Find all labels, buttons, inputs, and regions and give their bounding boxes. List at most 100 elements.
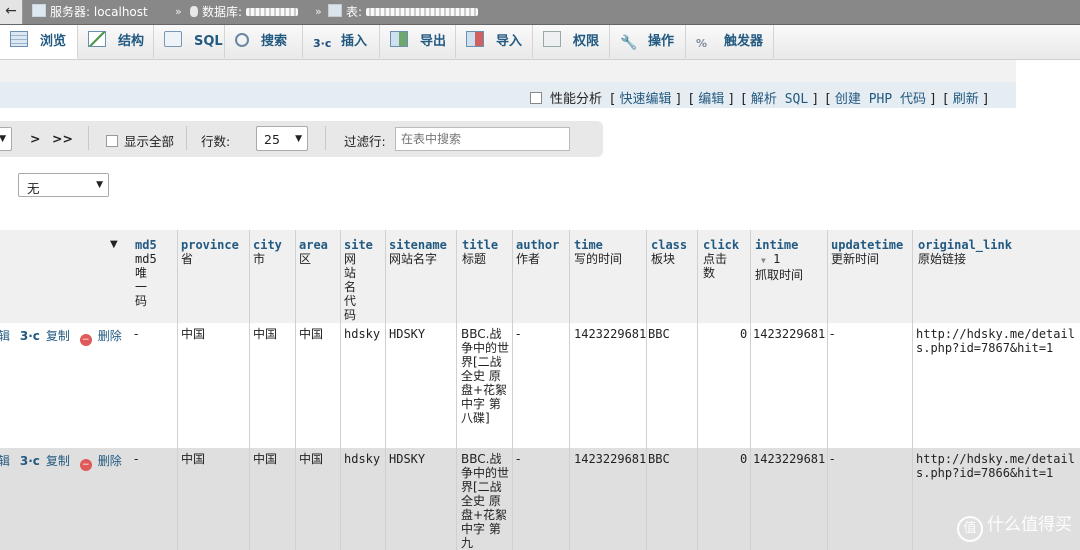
cell-area[interactable]: 中国: [299, 452, 323, 466]
next-page-button[interactable]: >: [30, 131, 40, 146]
cell-author[interactable]: -: [516, 327, 520, 341]
column-header-intime[interactable]: intime ▼ 1 抓取时间: [755, 238, 825, 282]
cell-title[interactable]: BBC.战争中的世界[二战全史 原盘+花絮中字 第九: [461, 452, 510, 550]
tab-triggers[interactable]: % 触发器: [686, 25, 774, 58]
last-page-button[interactable]: >>: [52, 131, 73, 146]
breadcrumb-table[interactable]: 表:: [328, 0, 478, 24]
cell-class[interactable]: BBC: [648, 452, 670, 466]
cell-province[interactable]: 中国: [181, 452, 205, 466]
column-header-city[interactable]: city 市: [253, 238, 293, 266]
show-all-label: 显示全部: [124, 134, 175, 149]
chevron-down-icon: ▼: [96, 180, 103, 190]
cell-md5[interactable]: -: [134, 327, 138, 341]
cell-area[interactable]: 中国: [299, 327, 323, 341]
refresh-link[interactable]: 刷新: [953, 92, 979, 107]
sort-by-key-select[interactable]: 无 ▼: [18, 173, 109, 197]
cell-original-link[interactable]: http://hdsky.me/details.php?id=7867&hit=…: [916, 327, 1080, 355]
watermark-text: 什么值得买: [987, 515, 1072, 535]
column-header-updatetime[interactable]: updatetime 更新时间: [831, 238, 909, 266]
cell-site[interactable]: hdsky: [344, 327, 380, 341]
back-arrow-icon[interactable]: ←: [0, 0, 23, 24]
tab-insert[interactable]: 3·c 插入: [303, 25, 380, 58]
sort-order-number: 1: [773, 252, 781, 266]
copy-row-link[interactable]: 复制: [46, 454, 70, 468]
copy-row-link[interactable]: 复制: [46, 329, 70, 343]
column-header-title[interactable]: title 标题: [462, 238, 508, 266]
column-divider: [827, 230, 828, 550]
column-divider: [295, 230, 296, 550]
page-select[interactable]: ▼: [0, 127, 12, 151]
filter-rows-input[interactable]: [395, 127, 570, 151]
cell-time[interactable]: 1423229681: [574, 452, 646, 466]
explain-sql-link[interactable]: 解析 SQL: [751, 92, 808, 107]
breadcrumb-server-label: 服务器: localhost: [50, 5, 148, 19]
cell-city[interactable]: 中国: [253, 327, 277, 341]
cell-city[interactable]: 中国: [253, 452, 277, 466]
create-php-link[interactable]: 创建 PHP 代码: [835, 92, 926, 107]
tab-structure[interactable]: 结构: [78, 25, 154, 58]
cell-time[interactable]: 1423229681: [574, 327, 646, 341]
cell-province[interactable]: 中国: [181, 327, 205, 341]
column-header-site[interactable]: site网站名代码: [344, 238, 373, 322]
row-actions: 编辑 3·c 复制 −删除: [0, 327, 122, 346]
cell-updatetime[interactable]: -: [830, 327, 834, 341]
tab-import[interactable]: 导入: [456, 25, 533, 58]
show-all-control[interactable]: 显示全部: [106, 131, 174, 150]
cell-class[interactable]: BBC: [648, 327, 670, 341]
tab-search[interactable]: 搜索: [225, 25, 303, 58]
structure-icon: [88, 31, 106, 47]
column-header-sitename[interactable]: sitename 网站名字: [389, 238, 451, 266]
tab-browse[interactable]: 浏览: [0, 25, 78, 59]
tab-bar: 浏览 结构 SQL 搜索 3·c 插入 导出 导入 权限 🔧 操作 % 触发器: [0, 25, 1080, 60]
row-options-toggle-icon[interactable]: ▼: [110, 238, 118, 252]
cell-author[interactable]: -: [516, 452, 520, 466]
column-divider: [456, 230, 457, 550]
show-all-checkbox[interactable]: [106, 135, 118, 147]
cell-title[interactable]: BBC.战争中的世界[二战全史 原盘+花絮中字 第八碟]: [461, 327, 510, 425]
edit-row-link[interactable]: 编辑: [0, 329, 10, 343]
column-header-md5[interactable]: md5 md5 唯一码: [135, 238, 175, 308]
profiling-checkbox[interactable]: [530, 92, 542, 104]
delete-row-link[interactable]: 删除: [98, 454, 122, 468]
cell-md5[interactable]: -: [134, 452, 138, 466]
breadcrumb-table-label: 表:: [346, 5, 363, 19]
cell-original-link[interactable]: http://hdsky.me/details.php?id=7866&hit=…: [916, 452, 1080, 480]
redacted-table-name: [365, 8, 478, 16]
breadcrumb-database[interactable]: 数据库:: [190, 0, 298, 24]
profiling-label: 性能分析: [550, 92, 603, 107]
cell-intime[interactable]: 1423229681: [753, 452, 825, 466]
cell-sitename[interactable]: HDSKY: [389, 327, 425, 341]
column-header-time[interactable]: time 写的时间: [574, 238, 644, 266]
watermark-logo-icon: 值: [957, 516, 983, 542]
column-divider: [177, 230, 178, 550]
cell-click[interactable]: 0: [740, 452, 747, 466]
cell-intime[interactable]: 1423229681: [753, 327, 825, 341]
tab-label: 浏览: [40, 34, 67, 49]
quick-edit-link[interactable]: 快速编辑: [619, 92, 671, 107]
delete-row-link[interactable]: 删除: [98, 329, 122, 343]
tab-label: 导入: [496, 34, 523, 49]
column-header-author[interactable]: author 作者: [516, 238, 566, 266]
column-divider: [340, 230, 341, 550]
cell-click[interactable]: 0: [740, 327, 747, 341]
breadcrumb-separator: »: [315, 5, 322, 18]
edit-query-link[interactable]: 编辑: [698, 92, 724, 107]
cell-updatetime[interactable]: -: [830, 452, 834, 466]
rows-per-page-select[interactable]: 25 ▼: [256, 126, 308, 151]
cell-sitename[interactable]: HDSKY: [389, 452, 425, 466]
column-header-class[interactable]: class 板块: [651, 238, 695, 266]
column-divider: [249, 230, 250, 550]
column-header-original-link[interactable]: original_link 原始链接: [918, 238, 1038, 266]
tab-privileges[interactable]: 权限: [533, 25, 610, 58]
export-icon: [390, 31, 408, 47]
column-header-area[interactable]: area 区: [299, 238, 339, 266]
tab-operations[interactable]: 🔧 操作: [610, 25, 686, 58]
column-header-click[interactable]: click 点击数: [703, 238, 739, 280]
tab-sql[interactable]: SQL: [154, 25, 225, 58]
rows-per-page-value: 25: [264, 132, 280, 147]
column-header-province[interactable]: province 省: [181, 238, 247, 266]
edit-row-link[interactable]: 编辑: [0, 454, 10, 468]
cell-site[interactable]: hdsky: [344, 452, 380, 466]
tab-export[interactable]: 导出: [380, 25, 456, 58]
breadcrumb-server[interactable]: 服务器: localhost: [32, 0, 148, 24]
